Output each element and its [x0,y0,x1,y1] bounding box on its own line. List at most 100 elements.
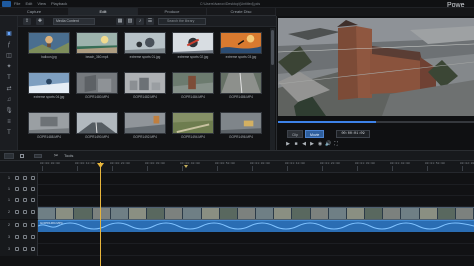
cut-icon[interactable]: ✂ [54,153,61,159]
previous-icon[interactable]: ◀ [301,141,307,147]
track-visibility-icon[interactable] [15,198,19,202]
audio-filter-icon[interactable]: ♪ [136,18,144,25]
media-thumbnail[interactable] [76,32,118,54]
media-room-icon[interactable]: ▣ [4,30,14,39]
media-item[interactable]: GOPR1480.MP4 [76,72,118,103]
tab-edit[interactable]: Edit [69,8,138,15]
view-icon[interactable]: ☰ [146,18,154,25]
fx-icon[interactable]: ƒ [4,41,14,50]
media-filter-dropdown[interactable]: Media Content [53,18,95,25]
media-item[interactable]: GOPR1492.MP4 [124,112,166,143]
video-clip-track[interactable] [38,207,474,220]
track-visibility-icon[interactable] [15,247,19,251]
media-item[interactable]: GOPR1486.MP4 [220,72,262,103]
preview-timecode[interactable]: 00:00:01:09 [336,130,370,138]
plugin-icon[interactable]: ✚ [36,18,44,25]
media-thumbnail[interactable] [220,72,262,94]
movie-toggle[interactable]: Movie [305,130,325,138]
tab-create-disc[interactable]: Create Disc [207,8,276,15]
track-manager-icon[interactable] [4,153,14,159]
menu-edit[interactable]: Edit [25,1,32,7]
next-icon[interactable]: ▶ [309,141,315,147]
mode-icon[interactable] [20,154,24,158]
media-thumbnail[interactable] [28,32,70,54]
stop-icon[interactable]: ■ [293,141,299,147]
volume-icon[interactable]: 🔊 [325,141,331,147]
timeline-ruler[interactable]: 00:00:00:00 00:00:10:00 00:00:20:00 00:00:3… [0,161,474,173]
voice-icon[interactable]: 🎙 [4,107,14,116]
particles-icon[interactable]: ✦ [4,63,14,72]
timeline-track: 1 [0,195,474,207]
audio-mixer-icon[interactable]: ♫ [4,96,14,105]
menu-playback[interactable]: Playback [51,1,67,7]
media-thumbnail[interactable] [124,72,166,94]
track-audio-icon[interactable] [31,210,35,214]
title-icon[interactable]: T [4,74,14,83]
split-icon[interactable] [34,154,42,158]
track-audio-icon[interactable] [31,198,35,202]
video-filter-icon[interactable]: ▦ [116,18,124,25]
track-lock-icon[interactable] [23,210,27,214]
playhead[interactable] [100,162,101,266]
media-item[interactable]: balloon.jpg [28,32,70,63]
clip-toggle[interactable]: Clip [287,130,304,138]
import-icon[interactable]: ⇪ [23,18,31,25]
track-lock-icon[interactable] [23,198,27,202]
subtitle-icon[interactable]: T [4,129,14,138]
track-lock-icon[interactable] [23,247,27,251]
media-item[interactable]: extreme sports 04.jpg [28,72,70,103]
track-lock-icon[interactable] [23,176,27,180]
media-thumbnail[interactable] [28,112,70,134]
tools-menu[interactable]: Tools [64,153,73,159]
media-thumbnail[interactable] [28,72,70,94]
tab-produce[interactable]: Produce [138,8,207,15]
media-thumbnail[interactable] [124,112,166,134]
overlay-icon[interactable]: ◫ [4,52,14,61]
media-item[interactable]: extreme sports 01.jpg [124,32,166,63]
menu-file[interactable]: File [14,1,20,7]
image-filter-icon[interactable]: ▧ [126,18,134,25]
track-audio-icon[interactable] [31,187,35,191]
media-item[interactable]: GOPR1496.MP4 [220,112,262,143]
media-item[interactable]: GOPR1484.MP4 [172,72,214,103]
track-number: 2 [8,223,10,227]
snapshot-icon[interactable]: ◉ [317,141,323,147]
track-lock-icon[interactable] [23,235,27,239]
media-thumbnail[interactable] [172,72,214,94]
tab-capture[interactable]: Capture [0,8,69,15]
media-item[interactable]: GOPR1494.MP4 [172,112,214,143]
track-audio-icon[interactable] [31,247,35,251]
library-scroll-thumb[interactable] [271,30,274,65]
media-thumbnail[interactable] [76,112,118,134]
media-item[interactable]: extreme sports 03.jpg [220,32,262,63]
media-item[interactable]: GOPR1490.MP4 [76,112,118,143]
track-visibility-icon[interactable] [15,235,19,239]
track-visibility-icon[interactable] [15,210,19,214]
media-item[interactable]: extreme sports 02.jpg [172,32,214,63]
fullscreen-icon[interactable]: ⛶ [333,141,339,147]
media-item[interactable]: beach_360.mp4 [76,32,118,63]
media-thumbnail[interactable] [124,32,166,54]
media-thumbnail[interactable] [220,32,262,54]
media-item[interactable]: GOPR1488.MP4 [28,112,70,143]
search-input[interactable]: Search the library [158,18,206,25]
track-visibility-icon[interactable] [15,223,19,227]
media-thumbnail[interactable] [220,112,262,134]
media-item[interactable]: GOPR1482.MP4 [124,72,166,103]
track-visibility-icon[interactable] [15,176,19,180]
track-audio-icon[interactable] [31,176,35,180]
chapters-icon[interactable]: ≡ [4,118,14,127]
play-icon[interactable]: ▶ [285,141,291,147]
track-visibility-icon[interactable] [15,187,19,191]
media-thumbnail[interactable] [172,32,214,54]
track-audio-icon[interactable] [31,235,35,239]
transition-icon[interactable]: ⇄ [4,85,14,94]
track-lock-icon[interactable] [23,187,27,191]
track-lock-icon[interactable] [23,223,27,227]
menu-view[interactable]: View [37,1,46,7]
media-thumbnail[interactable] [76,72,118,94]
track-audio-icon[interactable] [31,223,35,227]
timeline-marker[interactable] [184,165,188,168]
media-thumbnail[interactable] [172,112,214,134]
track-number: 1 [8,198,10,202]
